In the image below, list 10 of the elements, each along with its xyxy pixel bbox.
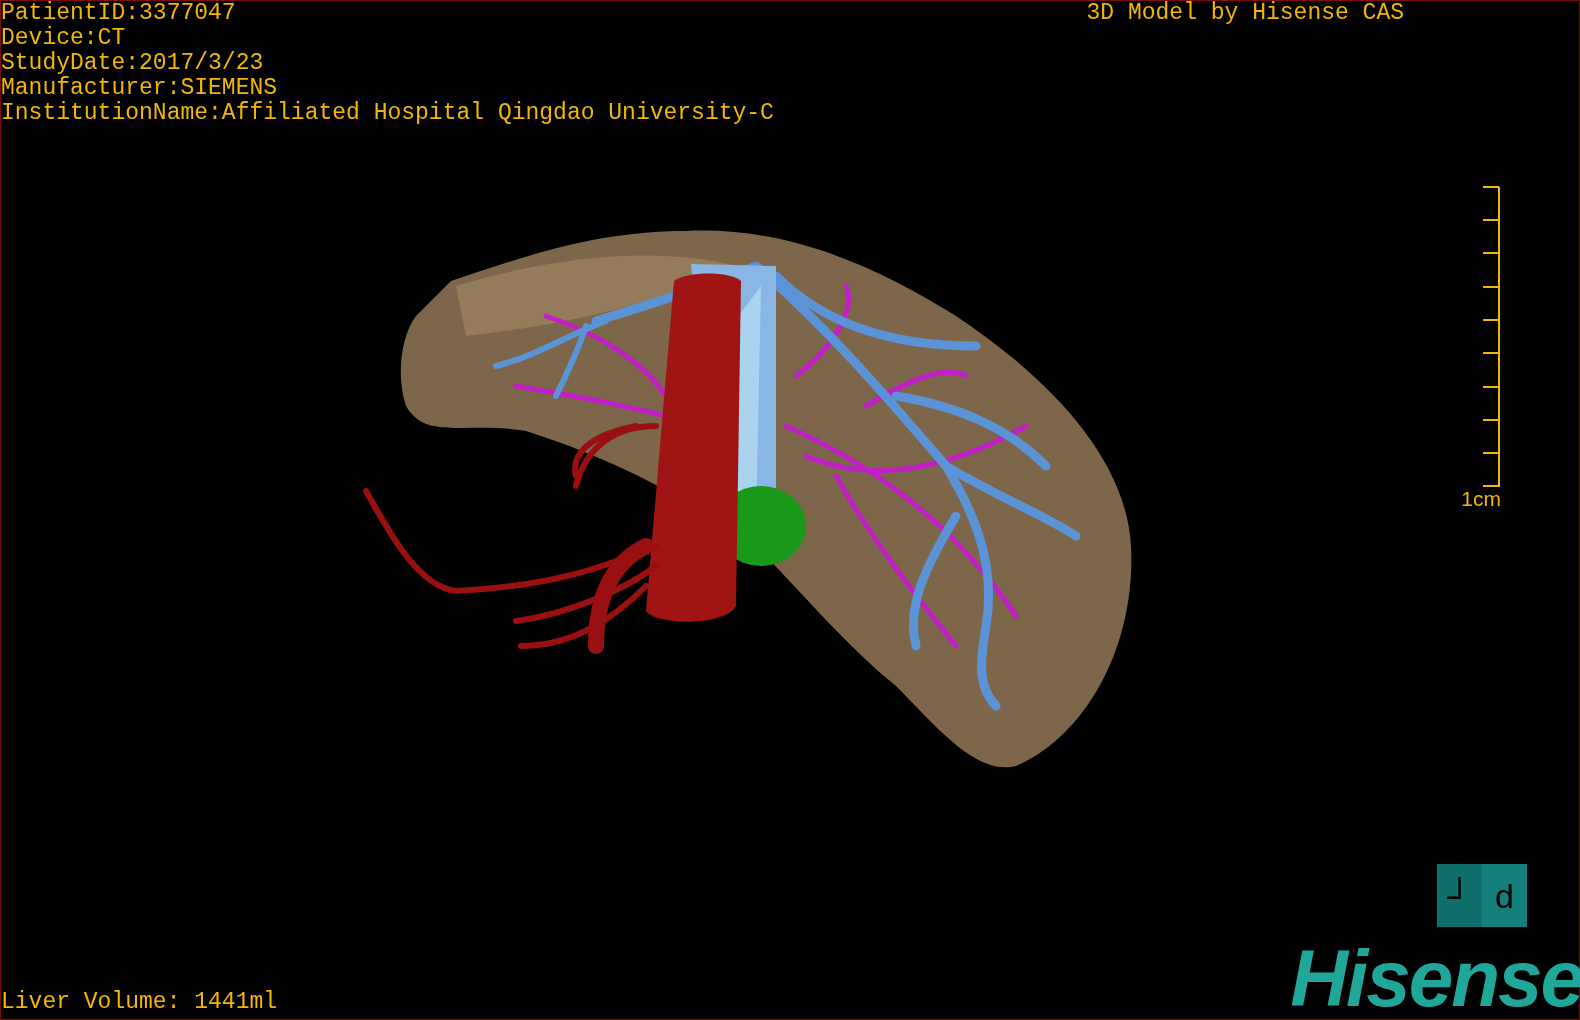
info-line: InstitutionName:Affiliated Hospital Qingdao University-C xyxy=(1,101,774,126)
info-line: Device:CT xyxy=(1,26,127,51)
scale-label: 1cm xyxy=(1461,488,1501,510)
info-line: PatientID:3377047 xyxy=(1,1,237,26)
viewer-title: 3D Model by Hisense CAS xyxy=(1086,1,1405,26)
info-line: Manufacturer:SIEMENS xyxy=(1,76,279,101)
ruler-scale-icon xyxy=(1483,186,1501,488)
info-line: StudyDate:2017/3/23 xyxy=(1,51,265,76)
liver-volume-text: Liver Volume: 1441ml xyxy=(1,990,278,1015)
orientation-cube[interactable]: ┘ d xyxy=(1437,864,1527,927)
